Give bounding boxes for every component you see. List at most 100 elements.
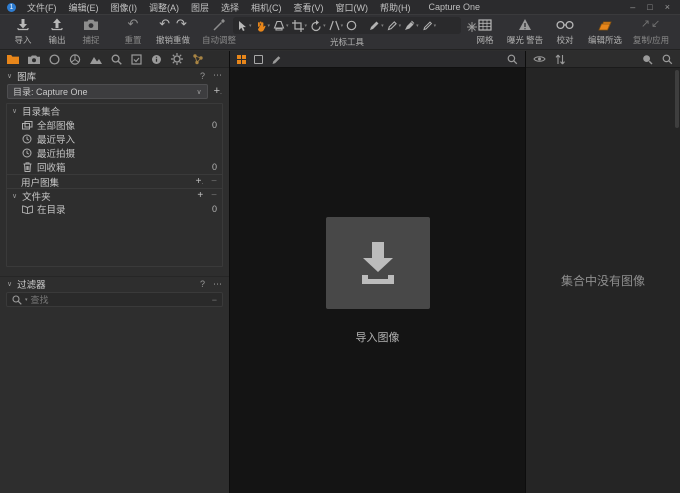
tab-library[interactable] <box>7 54 19 64</box>
toolbar-right-group: 网格 曝光 警告 校对 编辑所选 ↗↙ <box>468 17 674 46</box>
eye-icon[interactable] <box>533 55 546 63</box>
filters-menu-button[interactable]: ⋯ <box>213 279 222 290</box>
add-catalog-button[interactable]: +. <box>214 86 222 98</box>
edit-pen-icon[interactable] <box>271 54 282 65</box>
tree-item-in-catalog[interactable]: 在目录 0 <box>7 202 222 216</box>
browser-body: 集合中没有图像 <box>526 68 680 493</box>
maximize-button[interactable]: □ <box>647 2 652 12</box>
thumbnail-grid-view-button[interactable] <box>237 55 246 64</box>
rotate-tool[interactable]: ▾ <box>309 20 327 32</box>
user-collections-label: 用户图集 <box>21 175 59 189</box>
loupe-tool[interactable]: ▾ <box>272 20 290 31</box>
close-button[interactable]: × <box>665 2 670 12</box>
color-wheel-icon <box>69 54 81 65</box>
browser-scrollbar[interactable] <box>675 70 679 128</box>
app-icon[interactable]: 1 <box>7 3 16 12</box>
search-options-caret-icon[interactable]: ▾ <box>25 297 28 303</box>
remove-folder-button[interactable]: − <box>211 190 217 201</box>
tree-item-recent-imports[interactable]: 最近导入 <box>7 132 222 146</box>
browser-search-icon[interactable] <box>662 54 673 65</box>
tree-item-trash[interactable]: 回收箱 0 <box>7 160 222 174</box>
filters-help-button[interactable]: ? <box>200 279 205 289</box>
minimize-button[interactable]: – <box>630 2 635 12</box>
tree-chevron-icon[interactable]: ∨ <box>12 192 17 200</box>
browser-pane: 集合中没有图像 <box>525 51 680 493</box>
folder-icon <box>7 54 19 64</box>
menu-view[interactable]: 查看(V) <box>288 1 330 14</box>
loupe-pin-icon[interactable] <box>642 54 653 65</box>
zoom-icon[interactable] <box>507 54 518 65</box>
capture-button[interactable]: 捕捉 <box>74 17 108 46</box>
keystone-tool[interactable]: ▾ <box>328 20 345 31</box>
library-menu-button[interactable]: ⋯ <box>213 70 222 81</box>
tab-color[interactable] <box>69 54 81 65</box>
proof-button[interactable]: 校对 <box>548 17 582 46</box>
tab-metadata[interactable] <box>151 54 162 65</box>
info-icon <box>151 54 162 65</box>
draw-mask-tool[interactable]: ▾ <box>368 20 385 31</box>
sort-icon[interactable] <box>555 54 565 65</box>
tab-exposure[interactable] <box>90 54 102 64</box>
tree-item-recent-captures[interactable]: 最近拍摄 <box>7 146 222 160</box>
thin-pen-icon <box>422 20 433 31</box>
spot-tool[interactable] <box>345 20 358 31</box>
tab-lens[interactable] <box>49 54 60 65</box>
menu-window[interactable]: 窗口(W) <box>330 1 375 14</box>
user-collections-header[interactable]: 用户图集 +. − <box>7 174 222 188</box>
menu-image[interactable]: 图像(I) <box>105 1 144 14</box>
menu-layers[interactable]: 图层 <box>185 1 215 14</box>
folders-header[interactable]: ∨ 文件夹 + − <box>7 188 222 202</box>
library-panel-header[interactable]: ∨ 图库 ? ⋯ <box>0 68 229 83</box>
redo-icon[interactable]: ↷ <box>176 17 187 32</box>
import-button[interactable]: 导入 <box>6 17 40 46</box>
export-button[interactable]: 输出 <box>40 17 74 46</box>
add-folder-button[interactable]: + <box>197 190 203 201</box>
menu-file[interactable]: 文件(F) <box>21 1 63 14</box>
tab-adjustments[interactable] <box>131 54 142 65</box>
tree-chevron-icon[interactable]: ∨ <box>12 107 17 115</box>
reset-icon: ↶ <box>128 17 139 32</box>
linear-mask-tool[interactable]: ▾ <box>421 20 438 31</box>
collapse-chevron-icon[interactable]: ∨ <box>7 280 12 288</box>
edit-selected-button[interactable]: 编辑所选 <box>582 17 628 46</box>
menu-edit[interactable]: 编辑(E) <box>63 1 105 14</box>
copy-apply-button[interactable]: ↗↙ 复制/应用 <box>628 17 674 46</box>
collapse-chevron-icon[interactable]: ∨ <box>7 72 12 80</box>
menu-help[interactable]: 帮助(H) <box>374 1 417 14</box>
tab-capture[interactable] <box>28 55 40 64</box>
single-image-view-button[interactable] <box>254 55 263 64</box>
filters-panel-header[interactable]: ∨ 过滤器 ? ⋯ <box>0 276 229 291</box>
catalog-collections-header[interactable]: ∨ 目录集合 <box>7 104 222 118</box>
menu-select[interactable]: 选择 <box>215 1 245 14</box>
grid-button[interactable]: 网格 <box>468 17 502 46</box>
search-clear-button[interactable]: − <box>212 295 217 305</box>
erase-mask-tool[interactable]: ▾ <box>386 20 403 31</box>
library-help-button[interactable]: ? <box>200 71 205 81</box>
select-tool[interactable]: ▾ <box>236 20 253 32</box>
crop-tool[interactable]: ▾ <box>291 20 309 32</box>
menu-camera[interactable]: 相机(C) <box>245 1 288 14</box>
main-toolbar: 导入 输出 捕捉 ↶ 重置 ↶ ↷ <box>0 14 680 50</box>
catalog-selector[interactable]: 目录: Capture One ∨ <box>7 84 208 99</box>
reset-label: 重置 <box>124 34 141 46</box>
undo-redo-button[interactable]: ↶ ↷ 撤销重做 <box>150 17 196 46</box>
tab-batch[interactable] <box>192 53 204 65</box>
pen-icon <box>369 20 380 31</box>
exposure-warning-button[interactable]: 曝光 警告 <box>502 17 548 46</box>
reset-button[interactable]: ↶ 重置 <box>116 17 150 46</box>
tab-details[interactable] <box>111 54 122 65</box>
undo-redo-label: 撤销重做 <box>156 34 190 46</box>
remove-user-collection-button[interactable]: − <box>211 176 217 187</box>
gradient-mask-tool[interactable]: ▾ <box>403 20 420 31</box>
import-images-button[interactable] <box>326 217 430 309</box>
menu-adjust[interactable]: 调整(A) <box>143 1 185 14</box>
camera-icon <box>84 17 98 32</box>
tree-item-all-images[interactable]: 全部图像 0 <box>7 118 222 132</box>
search-field[interactable]: ▾ 查找 − <box>6 292 223 307</box>
pan-tool[interactable]: ▾ <box>254 20 272 32</box>
loupe-icon <box>273 20 285 31</box>
export-icon <box>50 17 64 32</box>
tab-output[interactable] <box>171 53 183 65</box>
add-user-collection-button[interactable]: +. <box>196 176 204 187</box>
undo-icon[interactable]: ↶ <box>159 17 170 32</box>
